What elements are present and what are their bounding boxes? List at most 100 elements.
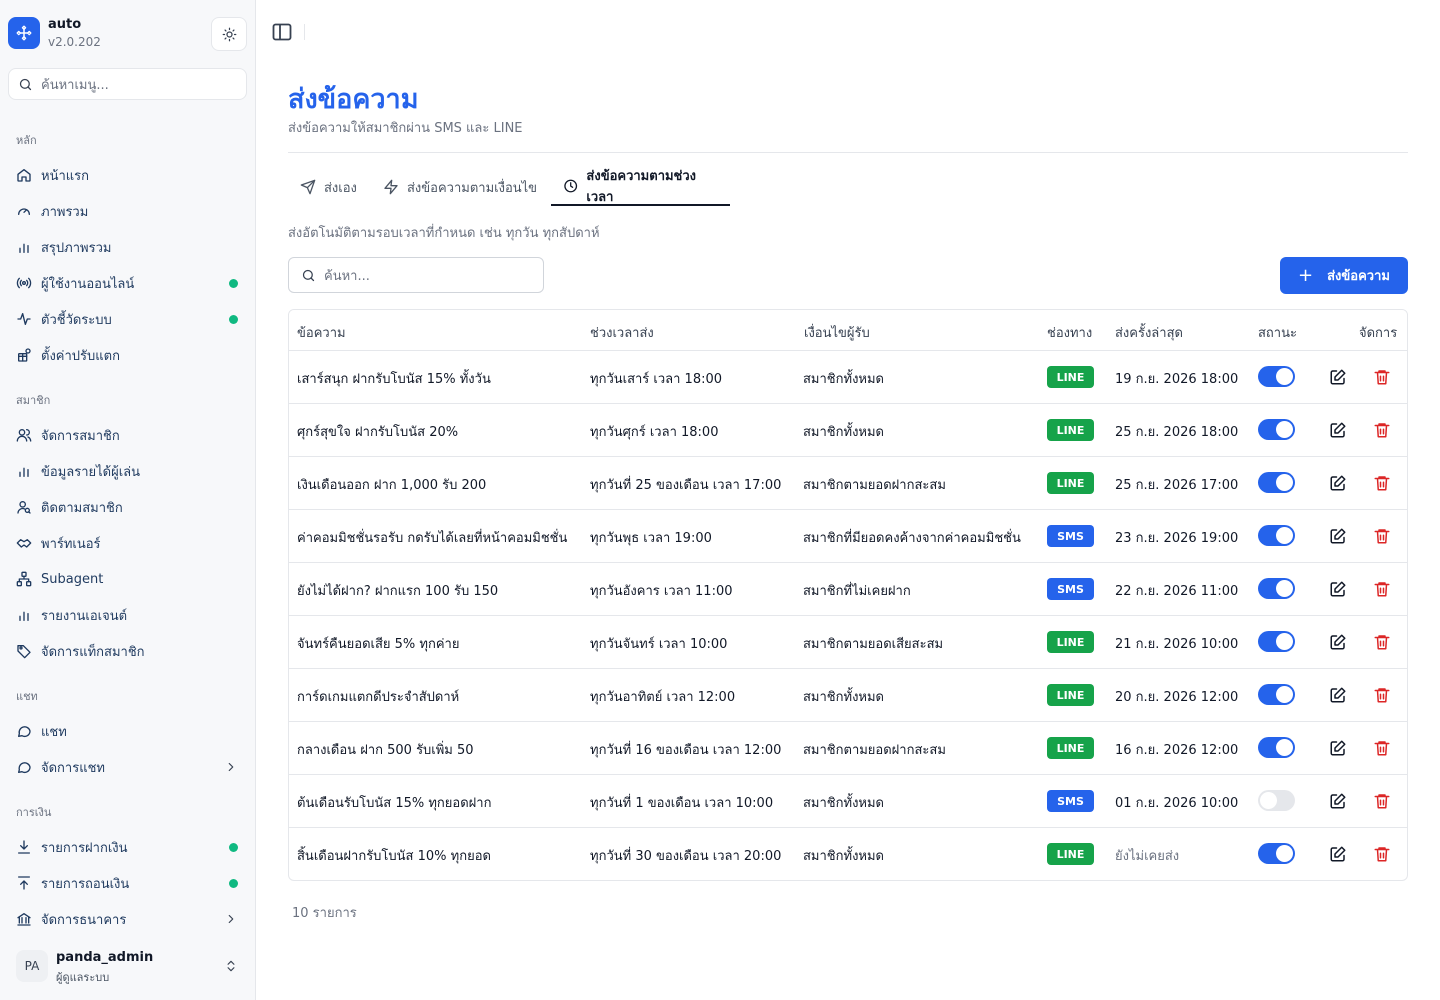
sidebar-item-label: จัดการแชท (41, 760, 105, 776)
delete-button[interactable] (1373, 845, 1391, 863)
trash-icon (1374, 688, 1390, 703)
tab-description: ส่งอัตโนมัติตามรอบเวลาที่กำหนด เช่น ทุกว… (288, 226, 600, 241)
edit-icon (1330, 528, 1346, 544)
status-toggle[interactable] (1258, 366, 1295, 387)
clock-icon (564, 179, 578, 193)
tab-conditional-send[interactable]: ส่งข้อความตามเงื่อนไข (371, 168, 549, 206)
edit-button[interactable] (1329, 368, 1347, 386)
chevron-right-icon (228, 914, 234, 924)
sidebar-item[interactable]: จัดการสมาชิก (8, 420, 248, 450)
delete-button[interactable] (1373, 527, 1391, 545)
channel-badge: SMS (1047, 525, 1094, 547)
theme-toggle-button[interactable] (211, 17, 247, 51)
table-row: สิ้นเดือนฝากรับโบนัส 10% ทุกยอด ทุกวันที่… (289, 828, 1407, 880)
edit-icon (1330, 846, 1346, 862)
edit-button[interactable] (1329, 739, 1347, 757)
edit-button[interactable] (1329, 633, 1347, 651)
sidebar-item[interactable]: จัดการธนาคาร (8, 904, 248, 934)
trash-icon (1374, 529, 1390, 544)
edit-button[interactable] (1329, 421, 1347, 439)
sidebar-item[interactable]: รายงานเอเจนต์ (8, 600, 248, 630)
last-sent-cell: 25 ก.ย. 2026 18:00 (1115, 425, 1239, 440)
sidebar-section-label: หลัก (16, 134, 37, 147)
chevrons-up-down-icon (227, 960, 235, 972)
edit-button[interactable] (1329, 845, 1347, 863)
sidebar-item[interactable]: Subagent (8, 564, 248, 594)
tab-manual-send[interactable]: ส่งเอง (288, 168, 369, 206)
sidebar-item[interactable]: พาร์ทเนอร์ (8, 528, 248, 558)
edit-button[interactable] (1329, 474, 1347, 492)
status-toggle[interactable] (1258, 631, 1295, 652)
channel-badge: LINE (1047, 631, 1094, 653)
sidebar-item[interactable]: รายการฝากเงิน (8, 832, 248, 862)
status-dot (229, 278, 238, 288)
status-toggle[interactable] (1258, 684, 1295, 705)
delete-button[interactable] (1373, 368, 1391, 386)
edit-icon (1330, 422, 1346, 438)
tab-scheduled-send[interactable]: ส่งข้อความตามช่วงเวลา (551, 168, 730, 206)
column-header: จัดการ (1359, 326, 1398, 341)
table-row: กลางเดือน ฝาก 500 รับเพิ่ม 50 ทุกวันที่ 1… (289, 722, 1407, 775)
delete-button[interactable] (1373, 739, 1391, 757)
avatar: PA (16, 950, 48, 982)
table-row: ศุกร์สุขใจ ฝากรับโบนัส 20% ทุกวันศุกร์ เว… (289, 404, 1407, 457)
sidebar-item[interactable]: จัดการแท็กสมาชิก (8, 636, 248, 666)
sidebar-item[interactable]: ภาพรวม (8, 196, 248, 226)
sidebar-item[interactable]: รายการถอนเงิน (8, 868, 248, 898)
sidebar-item[interactable]: จัดการแชท (8, 752, 248, 782)
edit-button[interactable] (1329, 792, 1347, 810)
delete-button[interactable] (1373, 686, 1391, 704)
delete-button[interactable] (1373, 421, 1391, 439)
table-row: ต้นเดือนรับโบนัส 15% ทุกยอดฝาก ทุกวันที่ … (289, 775, 1407, 828)
delete-button[interactable] (1373, 580, 1391, 598)
send-message-button[interactable]: + ส่งข้อความ (1280, 257, 1408, 294)
users-icon (16, 429, 32, 442)
table-row: เสาร์สนุก ฝากรับโบนัส 15% ทั้งวัน ทุกวันเ… (289, 351, 1407, 404)
status-toggle[interactable] (1258, 737, 1295, 758)
message-cell: จันทร์คืนยอดเสีย 5% ทุกค่าย (297, 637, 460, 652)
home-icon (17, 169, 31, 182)
app-version: v2.0.202 (48, 35, 101, 49)
sidebar-item[interactable]: หน้าแรก (8, 160, 248, 190)
edit-button[interactable] (1329, 686, 1347, 704)
sidebar-item[interactable]: ติดตามสมาชิก (8, 492, 248, 522)
sidebar-item[interactable]: ตัวชี้วัดระบบ (8, 304, 248, 334)
tab-label: ส่งเอง (324, 180, 357, 196)
table-row: ค่าคอมมิชชั่นรอรับ กดรับได้เลยที่หน้าคอม… (289, 510, 1407, 563)
sidebar-item[interactable]: สรุปภาพรวม (8, 232, 248, 262)
divider (288, 152, 1408, 153)
delete-button[interactable] (1373, 792, 1391, 810)
sidebar-item[interactable]: ผู้ใช้งานออนไลน์ (8, 268, 248, 298)
status-toggle[interactable] (1258, 419, 1295, 440)
sidebar-item[interactable]: ข้อมูลรายได้ผู้เล่น (8, 456, 248, 486)
trash-icon (1374, 741, 1390, 756)
channel-badge: LINE (1047, 737, 1094, 759)
status-toggle[interactable] (1258, 578, 1295, 599)
edit-button[interactable] (1329, 527, 1347, 545)
status-toggle[interactable] (1258, 525, 1295, 546)
trash-icon (1374, 635, 1390, 650)
sidebar-item-label: สรุปภาพรวม (41, 240, 112, 256)
sun-icon (222, 27, 236, 41)
sidebar-item[interactable]: ตั้งค่าปรับแตก (8, 340, 248, 370)
sidebar-item-label: ภาพรวม (41, 204, 89, 220)
menu-search-input[interactable]: ค้นหาเมนู... (8, 68, 247, 100)
bar-chart-icon (19, 467, 29, 477)
sidebar-toggle-icon[interactable] (272, 23, 292, 41)
sidebar-item[interactable]: แชท (8, 716, 248, 746)
message-cell: ต้นเดือนรับโบนัส 15% ทุกยอดฝาก (297, 796, 492, 811)
status-toggle[interactable] (1258, 843, 1295, 864)
delete-button[interactable] (1373, 633, 1391, 651)
message-cell: ยังไม่ได้ฝาก? ฝากแรก 100 รับ 150 (297, 584, 499, 599)
status-toggle[interactable] (1258, 790, 1295, 811)
gift-settings-icon (18, 348, 31, 362)
delete-button[interactable] (1373, 474, 1391, 492)
sidebar-item-label: ตั้งค่าปรับแตก (41, 348, 120, 364)
sidebar-item-label: Subagent (41, 571, 104, 587)
zap-icon (384, 179, 398, 195)
search-input[interactable]: ค้นหา... (288, 257, 544, 293)
edit-button[interactable] (1329, 580, 1347, 598)
user-menu[interactable]: PA panda_admin ผู้ดูแลระบบ (8, 942, 248, 992)
chevron-right-icon (228, 762, 234, 772)
status-toggle[interactable] (1258, 472, 1295, 493)
